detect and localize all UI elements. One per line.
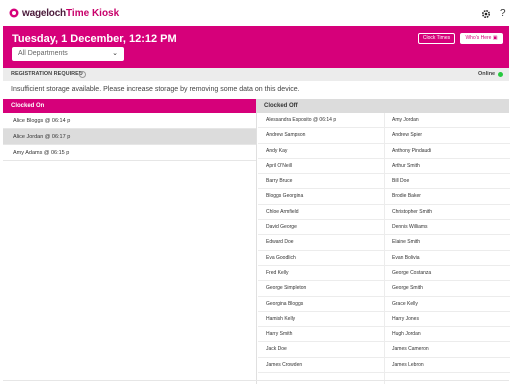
list-item[interactable]: James Crowden: [258, 358, 384, 374]
clocked-off-column-2: Amy Jordan Andrew Spier Anthony Pindaudi…: [384, 113, 510, 374]
wageloch-logo-icon: [9, 8, 19, 18]
calendar-icon: ▣: [492, 35, 498, 41]
info-icon[interactable]: [79, 71, 86, 78]
help-icon[interactable]: ?: [500, 8, 506, 19]
list-item[interactable]: Alice Bloggs @ 06:14 p: [3, 113, 256, 129]
bottom-divider: [3, 380, 509, 381]
list-item[interactable]: Bloggs Georgina: [258, 189, 384, 205]
panel-divider: [256, 113, 257, 384]
clocked-off-column-1: Alessandra Esposito @ 06:14 p Andrew Sam…: [258, 113, 384, 374]
list-item[interactable]: George Costanza: [384, 266, 510, 282]
list-item[interactable]: Andrew Sampson: [258, 128, 384, 144]
list-item[interactable]: Amy Jordan: [384, 113, 510, 129]
online-indicator-icon: [498, 72, 503, 77]
storage-warning: Insufficient storage available. Please i…: [11, 86, 300, 93]
list-item[interactable]: Chloe Armfield: [258, 205, 384, 221]
top-app-bar: wageloch Time Kiosk ?: [0, 0, 512, 26]
list-item[interactable]: April O'Neill: [258, 159, 384, 175]
list-item[interactable]: George Smith: [384, 281, 510, 297]
list-item[interactable]: George Simpleton: [258, 281, 384, 297]
app-title: Time Kiosk: [66, 8, 120, 19]
department-select[interactable]: All Departments ⌄: [12, 47, 124, 61]
list-item[interactable]: Andy Kay: [258, 144, 384, 159]
list-item[interactable]: Dennis Williams: [384, 220, 510, 236]
list-item[interactable]: Andrew Spier: [384, 128, 510, 144]
list-item[interactable]: Jack Doe: [258, 342, 384, 358]
list-item[interactable]: Christopher Smith: [384, 205, 510, 221]
list-item[interactable]: Alice Jordan @ 06:17 p: [3, 129, 256, 145]
list-item[interactable]: Harry Jones: [384, 312, 510, 328]
whos-here-label: Who's Here: [465, 35, 492, 41]
whos-here-button[interactable]: Who's Here ▣: [460, 33, 503, 44]
list-item[interactable]: Grace Kelly: [384, 297, 510, 312]
list-item[interactable]: Georgina Bloggs: [258, 297, 384, 312]
list-item[interactable]: Elaine Smith: [384, 235, 510, 251]
list-item[interactable]: Anthony Pindaudi: [384, 144, 510, 159]
list-item[interactable]: Barry Bruce: [258, 174, 384, 190]
list-item[interactable]: Hugh Jordan: [384, 327, 510, 343]
list-item[interactable]: Arthur Smith: [384, 159, 510, 175]
kiosk-header: Tuesday, 1 December, 12:12 PM All Depart…: [3, 26, 509, 68]
list-item[interactable]: Harry Smith: [258, 327, 384, 343]
list-item[interactable]: Brodie Baker: [384, 189, 510, 205]
list-item[interactable]: Eva Goodlich: [258, 251, 384, 266]
list-item[interactable]: Evan Bolivia: [384, 251, 510, 266]
list-item[interactable]: David George: [258, 220, 384, 236]
clock-times-button[interactable]: Clock Times: [418, 33, 455, 44]
clocked-on-list: Alice Bloggs @ 06:14 p Alice Jordan @ 06…: [3, 113, 256, 161]
list-item[interactable]: Edward Doe: [258, 235, 384, 251]
list-item[interactable]: Fred Kelly: [258, 266, 384, 282]
current-datetime: Tuesday, 1 December, 12:12 PM: [12, 33, 177, 45]
registration-bar: REGISTRATION REQUIRED Online: [3, 68, 509, 81]
list-item[interactable]: James Lebron: [384, 358, 510, 374]
department-select-value: All Departments: [18, 50, 68, 57]
chevron-down-icon: ⌄: [112, 50, 118, 57]
list-item[interactable]: Hamish Kelly: [258, 312, 384, 328]
clocked-on-header: Clocked On: [3, 99, 256, 113]
registration-status: REGISTRATION REQUIRED: [11, 71, 83, 77]
list-item[interactable]: Bill Doe: [384, 174, 510, 190]
online-status: Online: [478, 71, 496, 77]
gear-icon[interactable]: [481, 9, 491, 19]
list-item[interactable]: James Cameron: [384, 342, 510, 358]
list-item[interactable]: Amy Adams @ 06:15 p: [3, 145, 256, 161]
clocked-off-header: Clocked Off: [256, 99, 509, 113]
list-item[interactable]: Alessandra Esposito @ 06:14 p: [258, 113, 384, 129]
brand-name: wageloch: [22, 8, 66, 19]
